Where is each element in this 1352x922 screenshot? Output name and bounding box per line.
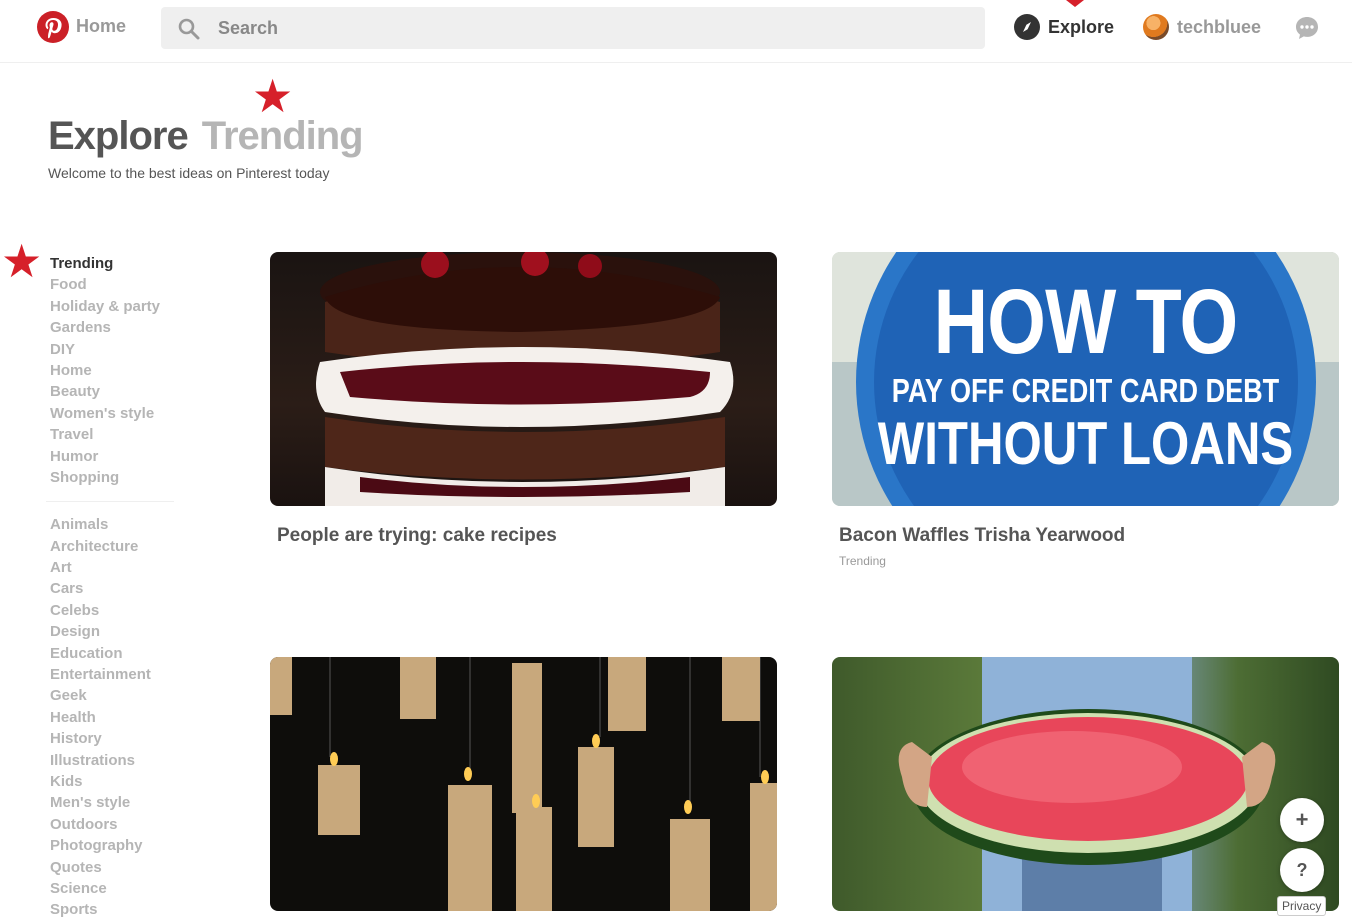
plus-icon: + <box>1295 807 1309 832</box>
sidebar-item-travel[interactable]: Travel <box>50 424 180 445</box>
page-subtitle: Welcome to the best ideas on Pinterest t… <box>48 165 330 181</box>
sidebar-item-art[interactable]: Art <box>50 557 180 578</box>
card-image-headline: HOW TO PAY OFF CREDIT CARD DEBT WITHOUT … <box>832 274 1339 476</box>
page-title-primary: Explore <box>48 114 189 158</box>
sidebar-item-history[interactable]: History <box>50 728 180 749</box>
page-title-secondary: Trending <box>201 114 364 158</box>
sidebar-item-animals[interactable]: Animals <box>50 514 180 535</box>
search-input[interactable]: Search <box>218 18 278 39</box>
sidebar-item-architecture[interactable]: Architecture <box>50 536 180 557</box>
secondary-category-list: Animals Architecture Art Cars Celebs Design Ed… <box>50 514 180 920</box>
help-icon: ? <box>1296 859 1308 880</box>
sidebar-item-gardens[interactable]: Gardens <box>50 317 180 338</box>
privacy-link[interactable]: Privacy <box>1277 896 1327 916</box>
sidebar-item-trending[interactable]: Trending <box>50 253 180 274</box>
primary-category-list: Trending Food Holiday & party Gardens DIY Hom… <box>50 253 180 488</box>
topic-card[interactable]: HOW TO PAY OFF CREDIT CARD DEBT WITHOUT … <box>832 252 1339 568</box>
sidebar-item-illustrations[interactable]: Illustrations <box>50 750 180 771</box>
annotation-star-icon: ★ <box>1 235 43 287</box>
image-text-line3: WITHOUT LOANS <box>877 410 1294 477</box>
sidebar-item-diy[interactable]: DIY <box>50 339 180 360</box>
image-text-line2: PAY OFF CREDIT CARD DEBT <box>891 372 1280 409</box>
card-subtitle: Trending <box>839 554 886 568</box>
sidebar-item-kids[interactable]: Kids <box>50 771 180 792</box>
username-label: techbluee <box>1177 16 1262 37</box>
sidebar-item-geek[interactable]: Geek <box>50 685 180 706</box>
image-text-line1: HOW TO <box>933 271 1239 373</box>
sidebar-item-holiday-party[interactable]: Holiday & party <box>50 296 180 317</box>
home-link[interactable]: Home <box>76 16 126 37</box>
sidebar-item-beauty[interactable]: Beauty <box>50 381 180 402</box>
category-sidebar: Trending Food Holiday & party Gardens DIY Hom… <box>46 253 180 921</box>
sidebar-item-entertainment[interactable]: Entertainment <box>50 664 180 685</box>
help-button[interactable]: ? <box>1280 848 1324 892</box>
card-image[interactable]: HOW TO PAY OFF CREDIT CARD DEBT WITHOUT … <box>832 252 1339 506</box>
sidebar-item-home[interactable]: Home <box>50 360 180 381</box>
sidebar-divider <box>46 501 174 503</box>
sidebar-item-shopping[interactable]: Shopping <box>50 467 180 488</box>
avatar <box>1143 14 1169 40</box>
compass-icon <box>1014 14 1040 40</box>
sidebar-item-sports[interactable]: Sports <box>50 899 180 920</box>
annotation-star-icon: ★ <box>252 70 294 122</box>
topic-card[interactable] <box>270 657 777 911</box>
annotation-arrow-icon <box>1066 0 1084 7</box>
sidebar-item-women-s-style[interactable]: Women's style <box>50 403 180 424</box>
card-image[interactable] <box>270 657 777 911</box>
card-title[interactable]: People are trying: cake recipes <box>277 525 777 547</box>
sidebar-item-outdoors[interactable]: Outdoors <box>50 814 180 835</box>
top-navigation-bar: Home Search Explore techbluee <box>0 0 1352 63</box>
messages-icon[interactable] <box>1294 15 1320 41</box>
add-button[interactable]: + <box>1280 798 1324 842</box>
sidebar-item-health[interactable]: Health <box>50 707 180 728</box>
sidebar-item-quotes[interactable]: Quotes <box>50 857 180 878</box>
topic-card[interactable] <box>832 657 1339 911</box>
card-image[interactable] <box>270 252 777 506</box>
profile-nav-link[interactable]: techbluee <box>1143 14 1261 40</box>
card-image[interactable] <box>832 657 1339 911</box>
sidebar-item-cars[interactable]: Cars <box>50 578 180 599</box>
sidebar-item-design[interactable]: Design <box>50 621 180 642</box>
pinterest-logo-icon[interactable] <box>37 11 69 43</box>
sidebar-item-humor[interactable]: Humor <box>50 446 180 467</box>
search-bar[interactable]: Search <box>161 7 985 49</box>
explore-nav-link[interactable]: Explore <box>1014 14 1114 40</box>
sidebar-item-education[interactable]: Education <box>50 643 180 664</box>
card-title[interactable]: Bacon Waffles Trisha Yearwood <box>839 525 1339 547</box>
sidebar-item-photography[interactable]: Photography <box>50 835 180 856</box>
topic-card[interactable]: People are trying: cake recipes <box>270 252 777 547</box>
sidebar-item-science[interactable]: Science <box>50 878 180 899</box>
explore-label: Explore <box>1048 16 1115 37</box>
sidebar-item-food[interactable]: Food <box>50 274 180 295</box>
page-title: Explore Trending <box>48 114 364 159</box>
search-icon <box>178 18 200 40</box>
sidebar-item-celebs[interactable]: Celebs <box>50 600 180 621</box>
sidebar-item-men-s-style[interactable]: Men's style <box>50 792 180 813</box>
